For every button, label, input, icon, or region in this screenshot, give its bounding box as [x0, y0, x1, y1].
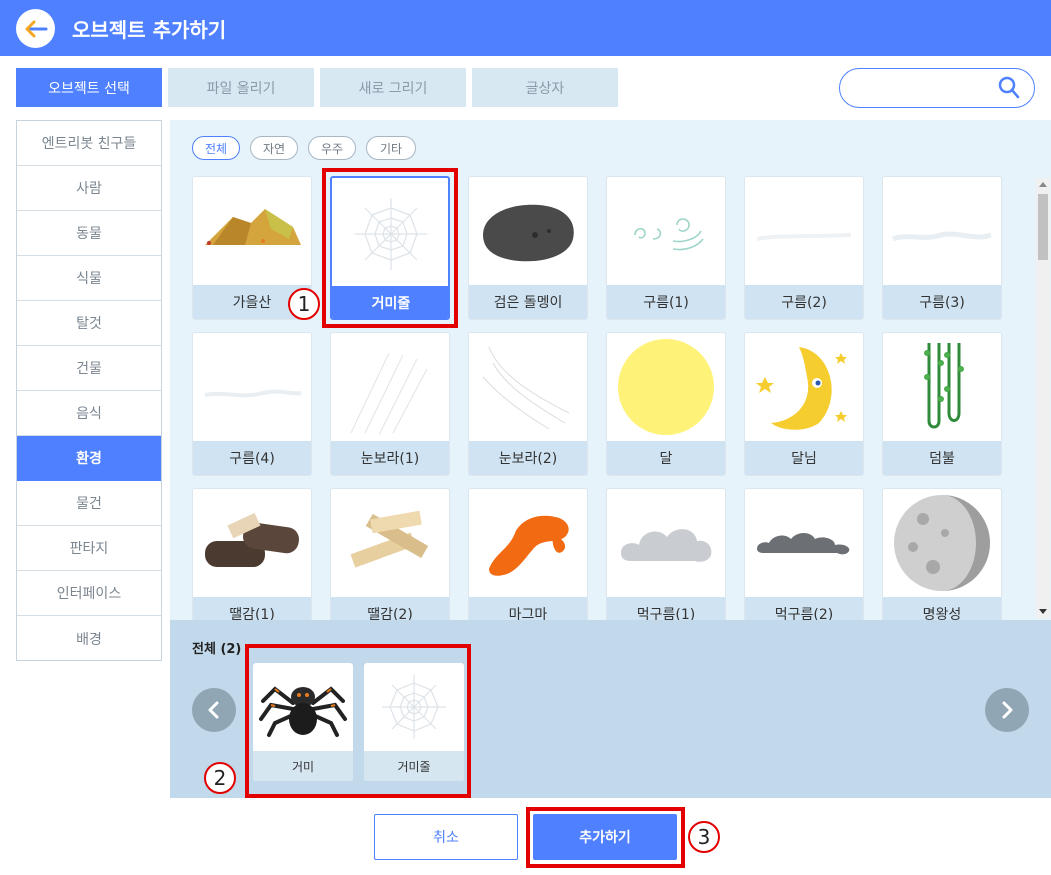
object-label: 검은 돌멩이: [469, 285, 587, 319]
tray-prev-button[interactable]: [192, 688, 236, 732]
filter-etc[interactable]: 기타: [366, 136, 416, 160]
object-card[interactable]: 눈보라(2): [468, 332, 588, 476]
object-label: 구름(2): [745, 285, 863, 319]
tab-file-upload[interactable]: 파일 올리기: [168, 68, 314, 107]
cloud-icon: [204, 389, 302, 398]
annotation-box-3: [526, 807, 685, 868]
object-label: 눈보라(1): [331, 441, 449, 475]
firewood-icon: [350, 510, 429, 568]
scroll-thumb[interactable]: [1038, 194, 1048, 260]
object-card[interactable]: 구름(3): [882, 176, 1002, 320]
object-label: 명왕성: [883, 597, 1001, 620]
black-stone-icon: [483, 204, 574, 262]
object-label: 땔감(1): [193, 597, 311, 620]
moon-icon: [618, 339, 714, 435]
cloud-icon: [634, 218, 704, 251]
blizzard-icon: [350, 352, 428, 436]
object-card[interactable]: 덤불: [882, 332, 1002, 476]
object-card[interactable]: 구름(1): [606, 176, 726, 320]
dark-cloud-icon: [621, 529, 712, 562]
sidebar-item-fantasy[interactable]: 판타지: [17, 526, 161, 571]
object-label: 구름(1): [607, 285, 725, 319]
tab-textbox[interactable]: 글상자: [472, 68, 618, 107]
page-title: 오브젝트 추가하기: [72, 18, 227, 42]
category-sidebar: 엔트리봇 친구들 사람 동물 식물 탈것 건물 음식 환경 물건 판타지 인터페…: [16, 120, 162, 661]
object-card[interactable]: 땔감(1): [192, 488, 312, 620]
object-label: 달님: [745, 441, 863, 475]
object-card[interactable]: 검은 돌멩이: [468, 176, 588, 320]
object-card[interactable]: 마그마: [468, 488, 588, 620]
object-label: 덤불: [883, 441, 1001, 475]
object-card[interactable]: 땔감(2): [330, 488, 450, 620]
search-input[interactable]: [854, 77, 994, 99]
step-3-marker: 3: [688, 821, 720, 853]
object-card[interactable]: 먹구름(1): [606, 488, 726, 620]
sidebar-item-food[interactable]: 음식: [17, 391, 161, 436]
sidebar-item-plants[interactable]: 식물: [17, 256, 161, 301]
object-label: 먹구름(2): [745, 597, 863, 620]
cloud-icon: [756, 233, 852, 241]
sidebar-item-entrybot-friends[interactable]: 엔트리봇 친구들: [17, 121, 161, 166]
cancel-button[interactable]: 취소: [374, 814, 518, 860]
sidebar-item-things[interactable]: 물건: [17, 481, 161, 526]
scroll-down-icon[interactable]: [1039, 609, 1047, 614]
sidebar-item-background[interactable]: 배경: [17, 616, 161, 661]
filter-space[interactable]: 우주: [308, 136, 356, 160]
annotation-box-1: [322, 168, 458, 328]
step-1-marker: 1: [288, 288, 320, 320]
dark-cloud-icon: [757, 533, 850, 555]
object-card[interactable]: 구름(4): [192, 332, 312, 476]
pluto-planet-icon: [894, 495, 990, 591]
tab-new-drawing[interactable]: 새로 그리기: [320, 68, 466, 107]
object-card[interactable]: 달: [606, 332, 726, 476]
autumn-mountain-icon: [205, 209, 301, 245]
search-icon[interactable]: [998, 76, 1020, 100]
magma-icon: [489, 515, 569, 576]
object-label: 눈보라(2): [469, 441, 587, 475]
sidebar-item-animals[interactable]: 동물: [17, 211, 161, 256]
tab-object-select[interactable]: 오브젝트 선택: [16, 68, 162, 107]
sidebar-item-environment[interactable]: 환경: [17, 436, 161, 481]
tray-next-button[interactable]: [985, 688, 1029, 732]
chevron-right-icon: [1002, 701, 1013, 719]
back-button[interactable]: [16, 9, 55, 48]
filter-nature[interactable]: 자연: [250, 136, 298, 160]
step-2-marker: 2: [204, 762, 236, 794]
object-label: 구름(4): [193, 441, 311, 475]
chevron-left-icon: [208, 701, 219, 719]
crescent-moon-face-icon: [756, 347, 847, 430]
scroll-up-icon[interactable]: [1039, 182, 1047, 187]
object-card[interactable]: 달님: [744, 332, 864, 476]
grid-scrollbar[interactable]: [1036, 178, 1050, 618]
object-label: 먹구름(1): [607, 597, 725, 620]
object-label: 마그마: [469, 597, 587, 620]
filter-all[interactable]: 전체: [192, 136, 240, 160]
sidebar-item-interface[interactable]: 인터페이스: [17, 571, 161, 616]
firewood-icon: [205, 512, 299, 567]
arrow-left-icon: [25, 20, 48, 38]
vine-bush-icon: [924, 343, 964, 429]
object-card[interactable]: 구름(2): [744, 176, 864, 320]
object-label: 구름(3): [883, 285, 1001, 319]
object-label: 땔감(2): [331, 597, 449, 620]
object-label: 달: [607, 441, 725, 475]
object-card[interactable]: 명왕성: [882, 488, 1002, 620]
blizzard-icon: [482, 346, 570, 430]
sidebar-item-buildings[interactable]: 건물: [17, 346, 161, 391]
cloud-icon: [892, 231, 992, 242]
annotation-box-2: [245, 644, 471, 798]
object-card[interactable]: 눈보라(1): [330, 332, 450, 476]
header-bar: 오브젝트 추가하기: [0, 0, 1051, 56]
object-grid-panel: 전체 자연 우주 기타 가을산 거미줄 검은 돌멩이 구름(1) 구름(2) 구…: [170, 120, 1051, 620]
sidebar-item-people[interactable]: 사람: [17, 166, 161, 211]
sidebar-item-vehicles[interactable]: 탈것: [17, 301, 161, 346]
object-card[interactable]: 먹구름(2): [744, 488, 864, 620]
selected-count: 전체 (2): [192, 642, 242, 657]
